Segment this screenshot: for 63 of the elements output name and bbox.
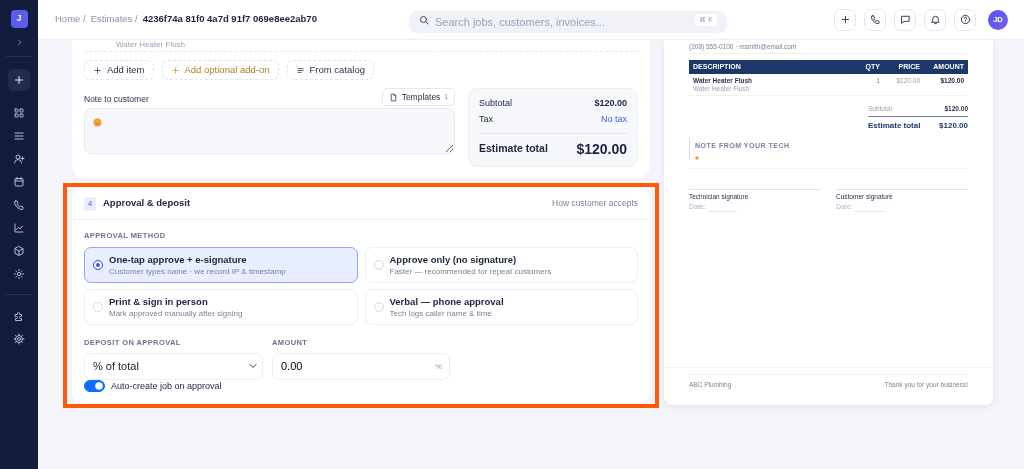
help-icon [959, 14, 971, 25]
option-description: Customer types name · we record IP & timestamp [109, 265, 286, 277]
action-button[interactable]: From catalog [286, 60, 374, 80]
search-icon [418, 13, 430, 26]
user-plus-icon[interactable] [13, 152, 25, 165]
option-title: Verbal — phone approval [389, 295, 504, 308]
option-title: One-tap approve + e-signature [109, 253, 248, 266]
calendar-icon[interactable] [13, 175, 25, 188]
option-title: Print & sign in person [109, 295, 209, 308]
radio-button[interactable] [93, 260, 103, 271]
field-label: Note to customer [84, 93, 149, 106]
option-description: Faster — recommended for repeat customers [389, 265, 552, 277]
plus-icon [13, 74, 25, 86]
section-title: Approval & deposit [103, 196, 191, 211]
plus-icon [170, 65, 180, 75]
totals-label: Estimate total [479, 141, 548, 157]
chart-icon[interactable] [13, 221, 25, 234]
totals-value[interactable]: No tax [601, 113, 627, 127]
section-hint: How customer accepts [552, 197, 638, 210]
phone-icon [869, 14, 881, 25]
totals-label: Estimate total [868, 119, 921, 132]
grid-icon[interactable] [13, 106, 25, 119]
deposit-select[interactable]: % of total [84, 352, 263, 380]
toggle-label: Auto-create job on approval [111, 379, 222, 393]
toggle-switch[interactable] [84, 380, 105, 393]
note-field[interactable] [84, 108, 455, 154]
approval-option[interactable]: Verbal — phone approval Tech logs caller name & time [364, 289, 638, 326]
option-title: Approve only (no signature) [389, 253, 518, 266]
approval-option[interactable]: One-tap approve + e-signature Customer types name · we record IP & timestamp [84, 247, 358, 284]
totals-value: $120.00 [594, 97, 627, 111]
option-description: Mark approved manually after signing [109, 307, 243, 319]
totals-value: $120.00 [939, 119, 968, 132]
call-button[interactable] [864, 8, 886, 31]
plus-icon [839, 14, 851, 25]
approval-option[interactable]: Print & sign in person Mark approved manually after signing [84, 289, 358, 326]
puzzle-icon[interactable] [13, 309, 25, 322]
option-description: Tech logs caller name & time [389, 307, 493, 319]
approval-option[interactable]: Approve only (no signature) Faster — recommended for repeat customers [364, 247, 638, 284]
logo[interactable]: J [10, 10, 28, 28]
cube-icon[interactable] [13, 244, 25, 257]
emoji-icon [93, 118, 102, 127]
list-icon[interactable] [13, 129, 25, 142]
messages-button[interactable] [894, 8, 916, 31]
totals-value: $120.00 [576, 139, 627, 159]
unit-label: % [434, 360, 442, 373]
sun-icon[interactable] [13, 267, 25, 280]
plus-icon [93, 65, 102, 75]
action-button[interactable]: Add optional add-on [161, 60, 279, 80]
totals-label: Subtotal [479, 97, 513, 111]
phone-icon[interactable] [13, 198, 25, 211]
create-button[interactable] [8, 69, 30, 91]
item-description: Water Heater Flush [84, 40, 638, 52]
chat-icon [899, 14, 911, 25]
emoji-icon [695, 155, 699, 160]
notifications-button[interactable] [924, 8, 946, 31]
bell-icon [929, 14, 941, 25]
gear-icon[interactable] [13, 332, 25, 345]
document-icon [388, 92, 398, 102]
lines-icon [295, 65, 305, 75]
add-button[interactable] [834, 8, 856, 31]
help-button[interactable] [954, 8, 976, 31]
action-button[interactable]: Add item [84, 60, 154, 80]
totals-label: Tax [479, 113, 493, 127]
